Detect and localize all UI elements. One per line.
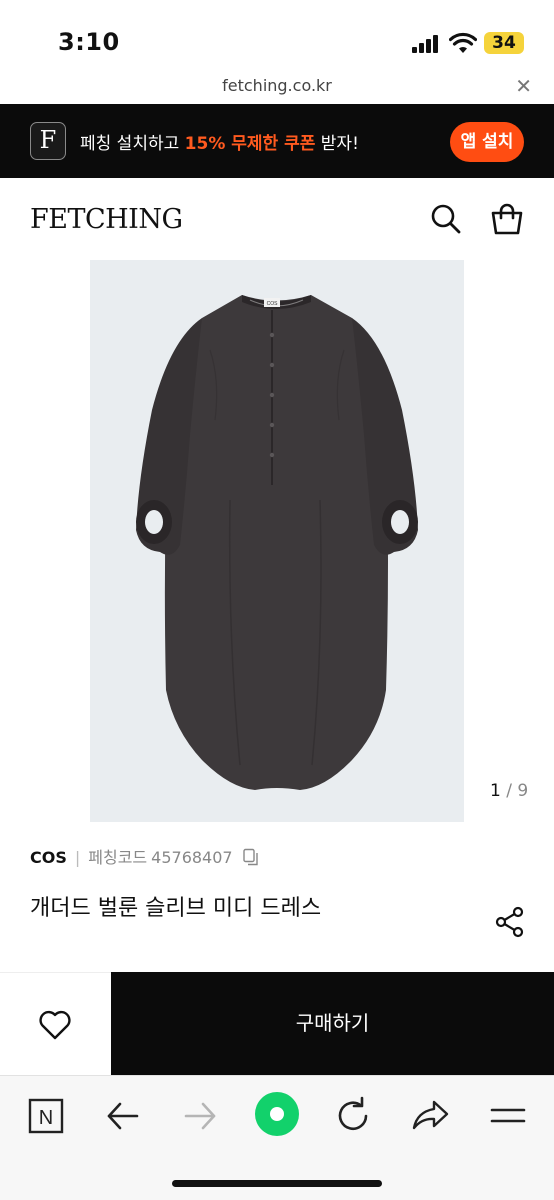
wishlist-button[interactable] [0,972,111,1075]
banner-text-highlight: 15% 무제한 쿠폰 [184,134,316,154]
shopping-bag-icon[interactable] [490,202,524,236]
naver-icon[interactable]: N [24,1094,68,1138]
share-icon[interactable] [494,906,526,938]
status-bar: 3:10 34 [0,0,554,72]
share-arrow-icon[interactable] [408,1094,452,1138]
banner-promo-text: 페칭 설치하고 15% 무제한 쿠폰 받자! [80,129,359,154]
gallery-page-indicator: 1 / 9 [490,781,528,801]
garment-label: COS [267,301,279,307]
fetching-app-logo-icon: F [30,122,66,160]
product-brand-row: COS | 페칭코드 45768407 [30,844,260,867]
close-icon[interactable]: ✕ [515,74,532,98]
site-logo[interactable]: FETCHING [30,204,183,235]
product-title: 개더드 벌룬 슬리브 미디 드레스 [30,896,322,921]
brand-separator: | [74,848,81,867]
brand-name[interactable]: COS [30,848,67,867]
product-image[interactable]: COS [90,260,464,822]
site-header: FETCHING [0,178,554,258]
search-icon[interactable] [429,202,463,236]
battery-icon: 34 [484,32,524,54]
fetching-code-value: 45768407 [151,848,233,867]
copy-icon[interactable] [242,848,260,866]
status-time: 3:10 [58,28,120,56]
app-install-banner: F 페칭 설치하고 15% 무제한 쿠폰 받자! 앱 설치 [0,104,554,178]
naver-icon-letter: N [39,1107,53,1129]
banner-text-before: 페칭 설치하고 [80,134,185,154]
install-app-button[interactable]: 앱 설치 [450,122,524,162]
url-bar[interactable]: fetching.co.kr ✕ [0,72,554,104]
heart-icon[interactable] [38,1009,72,1041]
banner-text-after: 받자! [315,134,359,154]
url-text[interactable]: fetching.co.kr [0,76,554,95]
menu-icon[interactable] [486,1094,530,1138]
cellular-signal-icon [412,35,440,53]
fetching-code-label: 페칭코드 [88,848,148,867]
wifi-icon [449,32,477,53]
refresh-icon[interactable] [331,1094,375,1138]
back-arrow-icon[interactable] [101,1094,145,1138]
gallery-current: 1 [490,781,501,801]
buy-button[interactable]: 구매하기 [111,972,554,1075]
home-indicator [172,1180,382,1187]
green-dot-icon[interactable] [254,1091,300,1137]
forward-arrow-icon[interactable] [178,1094,222,1138]
gallery-separator: / [500,781,518,801]
dress-illustration: COS [136,295,418,790]
gallery-total: 9 [517,781,529,801]
